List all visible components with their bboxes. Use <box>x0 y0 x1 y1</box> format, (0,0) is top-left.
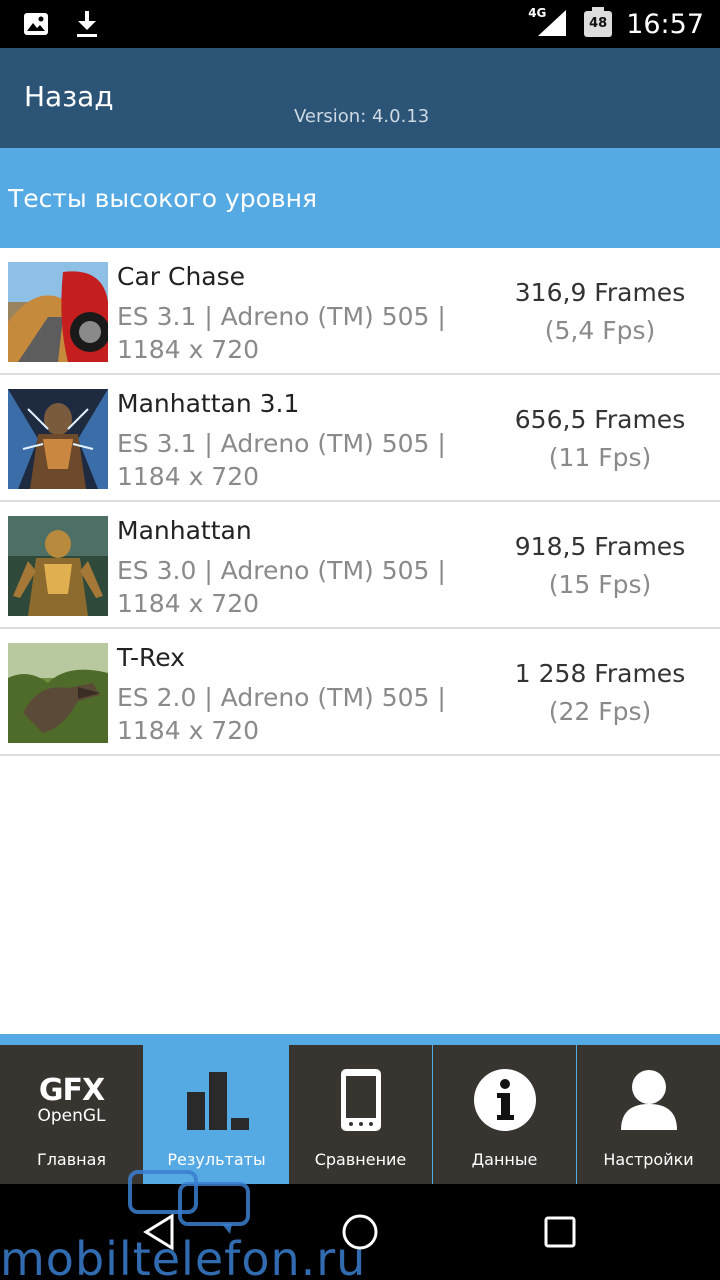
section-header: Тесты высокого уровня <box>0 148 720 248</box>
tab-compare[interactable]: Сравнение <box>289 1045 432 1184</box>
test-details: ES 3.1 | Adreno (TM) 505 | 1184 x 720 <box>117 429 446 491</box>
test-name: Car Chase <box>117 262 246 291</box>
test-name: T-Rex <box>117 643 185 672</box>
back-button[interactable]: Назад <box>24 80 114 113</box>
manhattan-31-thumbnail <box>8 389 108 489</box>
result-row-manhattan[interactable]: Manhattan ES 3.0 | Adreno (TM) 505 | 118… <box>0 502 720 629</box>
battery-level: 48 <box>589 16 608 31</box>
test-details: ES 3.0 | Adreno (TM) 505 | 1184 x 720 <box>117 556 446 618</box>
download-icon <box>74 10 100 42</box>
tab-settings[interactable]: Настройки <box>577 1045 720 1184</box>
bottom-tab-bar: GFX OpenGL Главная Результаты Сравнение … <box>0 1034 720 1184</box>
t-rex-thumbnail <box>8 643 108 743</box>
test-fps: (22 Fps) <box>548 697 652 726</box>
tab-results[interactable]: Результаты <box>145 1045 288 1184</box>
manhattan-thumbnail <box>8 516 108 616</box>
test-details: ES 2.0 | Adreno (TM) 505 | 1184 x 720 <box>117 683 446 745</box>
test-name: Manhattan 3.1 <box>117 389 300 418</box>
gfx-logo-text: GFX <box>38 1072 105 1108</box>
user-icon <box>577 1059 720 1141</box>
results-list: Car Chase ES 3.1 | Adreno (TM) 505 | 118… <box>0 248 720 756</box>
watermark-bubbles-icon <box>126 1168 256 1242</box>
gfx-logo-icon: GFX OpenGL <box>0 1059 143 1141</box>
test-fps: (5,4 Fps) <box>544 316 656 345</box>
image-icon <box>22 10 50 42</box>
test-fps: (11 Fps) <box>548 443 652 472</box>
tab-label: Результаты <box>167 1150 266 1169</box>
phone-icon <box>289 1059 432 1141</box>
clock: 16:57 <box>626 8 704 40</box>
tab-home[interactable]: GFX OpenGL Главная <box>0 1045 143 1184</box>
status-bar: 4G 48 16:57 <box>0 0 720 48</box>
tab-label: Данные <box>471 1150 538 1169</box>
test-frames: 316,9 Frames <box>514 278 686 307</box>
info-icon <box>433 1059 576 1141</box>
test-frames: 918,5 Frames <box>514 532 686 561</box>
tab-label: Главная <box>36 1150 107 1169</box>
network-type: 4G <box>528 5 547 20</box>
result-row-t-rex[interactable]: T-Rex ES 2.0 | Adreno (TM) 505 | 1184 x … <box>0 629 720 756</box>
version-label: Version: 4.0.13 <box>294 106 430 127</box>
bar-chart-icon <box>145 1059 288 1141</box>
result-row-manhattan-31[interactable]: Manhattan 3.1 ES 3.1 | Adreno (TM) 505 |… <box>0 375 720 502</box>
section-title: Тесты высокого уровня <box>8 184 318 213</box>
car-chase-thumbnail <box>8 262 108 362</box>
tab-data[interactable]: Данные <box>433 1045 576 1184</box>
app-header: Назад Version: 4.0.13 <box>0 48 720 148</box>
gfx-logo-subtext: OpenGL <box>37 1105 106 1126</box>
tab-label: Настройки <box>603 1150 694 1169</box>
tab-label: Сравнение <box>314 1150 407 1169</box>
test-frames: 656,5 Frames <box>514 405 686 434</box>
signal-icon: 4G <box>528 6 570 41</box>
result-row-car-chase[interactable]: Car Chase ES 3.1 | Adreno (TM) 505 | 118… <box>0 248 720 375</box>
test-details: ES 3.1 | Adreno (TM) 505 | 1184 x 720 <box>117 302 446 364</box>
test-fps: (15 Fps) <box>548 570 652 599</box>
test-name: Manhattan <box>117 516 252 545</box>
test-frames: 1 258 Frames <box>514 659 686 688</box>
recents-square-icon <box>544 1216 576 1248</box>
recents-nav-button[interactable] <box>500 1184 620 1280</box>
watermark-text: mobiltelefon.ru <box>0 1232 367 1280</box>
battery-icon: 48 <box>584 7 613 37</box>
